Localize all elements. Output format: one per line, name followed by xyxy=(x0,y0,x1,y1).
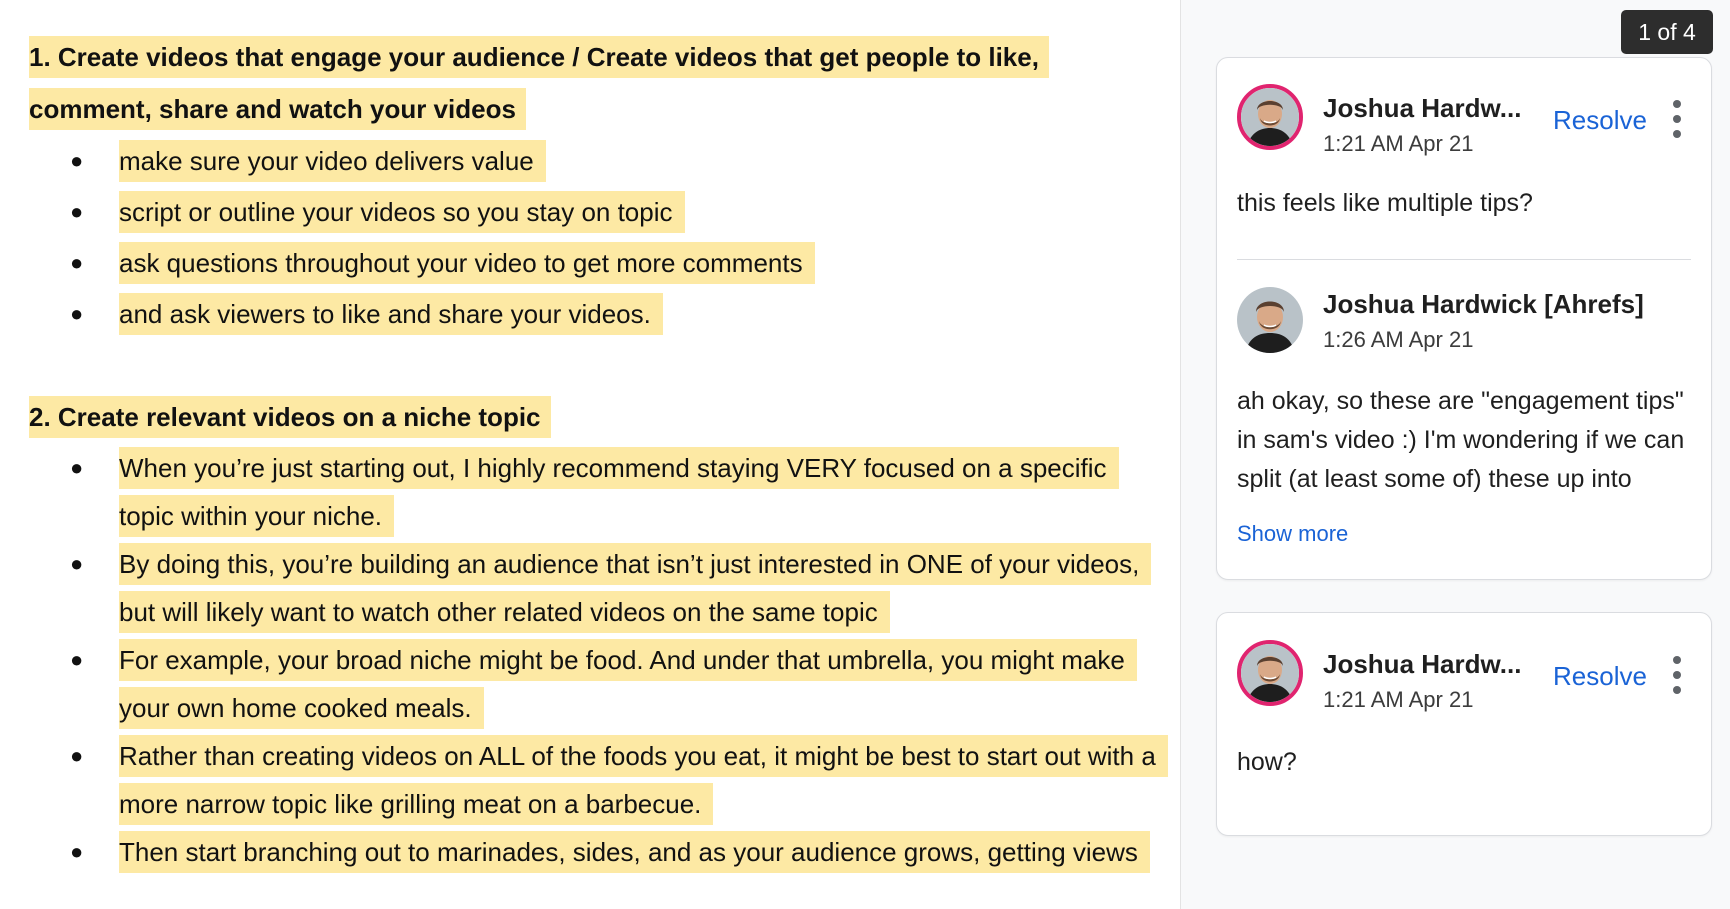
reply-author: Joshua Hardwick [Ahrefs] xyxy=(1323,289,1644,319)
avatar[interactable] xyxy=(1237,640,1303,706)
list-item: ● For example, your broad niche might be… xyxy=(0,636,1159,732)
bullet-glyph: ● xyxy=(70,743,84,768)
list-item: ● When you’re just starting out, I highl… xyxy=(0,444,1159,540)
list-item: ● script or outline your videos so you s… xyxy=(0,188,1159,236)
reply-divider xyxy=(1237,259,1691,260)
comment-timestamp: 1:21 AM Apr 21 xyxy=(1323,687,1474,712)
bullet-list: ● make sure your video delivers value ● … xyxy=(0,137,1180,338)
more-options-icon[interactable] xyxy=(1668,100,1686,140)
comment-thread[interactable]: Joshua Hardw... 1:21 AM Apr 21 Resolve h… xyxy=(1216,612,1712,836)
resolve-button[interactable]: Resolve xyxy=(1553,105,1647,136)
bullet-glyph: ● xyxy=(70,455,84,480)
section-heading: 2. Create relevant videos on a niche top… xyxy=(29,391,1159,443)
document-canvas[interactable]: 1. Create videos that engage your audien… xyxy=(0,0,1180,909)
user-avatar-icon xyxy=(1237,287,1303,353)
user-avatar-icon xyxy=(1241,644,1299,702)
list-item: ● Then start branching out to marinades,… xyxy=(0,828,1159,876)
more-options-icon[interactable] xyxy=(1668,656,1686,696)
reply-timestamp: 1:26 AM Apr 21 xyxy=(1323,327,1474,352)
comment-timestamp: 1:21 AM Apr 21 xyxy=(1323,131,1474,156)
resolve-button[interactable]: Resolve xyxy=(1553,661,1647,692)
comment-counter: 1 of 4 xyxy=(1621,10,1713,54)
comment-thread[interactable]: Joshua Hardw... 1:21 AM Apr 21 Resolve t… xyxy=(1216,57,1712,580)
bullet-glyph: ● xyxy=(70,301,84,326)
list-item: ● By doing this, you’re building an audi… xyxy=(0,540,1159,636)
list-item: ● and ask viewers to like and share your… xyxy=(0,290,1159,338)
list-item: ● ask questions throughout your video to… xyxy=(0,239,1159,287)
avatar[interactable] xyxy=(1237,84,1303,150)
comment-author: Joshua Hardw... xyxy=(1323,93,1522,123)
avatar[interactable] xyxy=(1237,287,1303,353)
comment-author: Joshua Hardw... xyxy=(1323,649,1522,679)
bullet-glyph: ● xyxy=(70,647,84,672)
bullet-glyph: ● xyxy=(70,839,84,864)
list-item: ● Rather than creating videos on ALL of … xyxy=(0,732,1168,828)
bullet-list: ● When you’re just starting out, I highl… xyxy=(0,444,1180,876)
comment-body: how? xyxy=(1237,748,1297,776)
bullet-glyph: ● xyxy=(70,250,84,275)
section-heading: 1. Create videos that engage your audien… xyxy=(29,31,1159,135)
reply-body: ah okay, so these are "engagement tips" … xyxy=(1237,387,1685,493)
comment-body: this feels like multiple tips? xyxy=(1237,189,1533,217)
bullet-glyph: ● xyxy=(70,199,84,224)
list-item: ● make sure your video delivers value xyxy=(0,137,1159,185)
user-avatar-icon xyxy=(1241,88,1299,146)
bullet-glyph: ● xyxy=(70,551,84,576)
bullet-glyph: ● xyxy=(70,148,84,173)
show-more-link[interactable]: Show more xyxy=(1237,521,1348,547)
